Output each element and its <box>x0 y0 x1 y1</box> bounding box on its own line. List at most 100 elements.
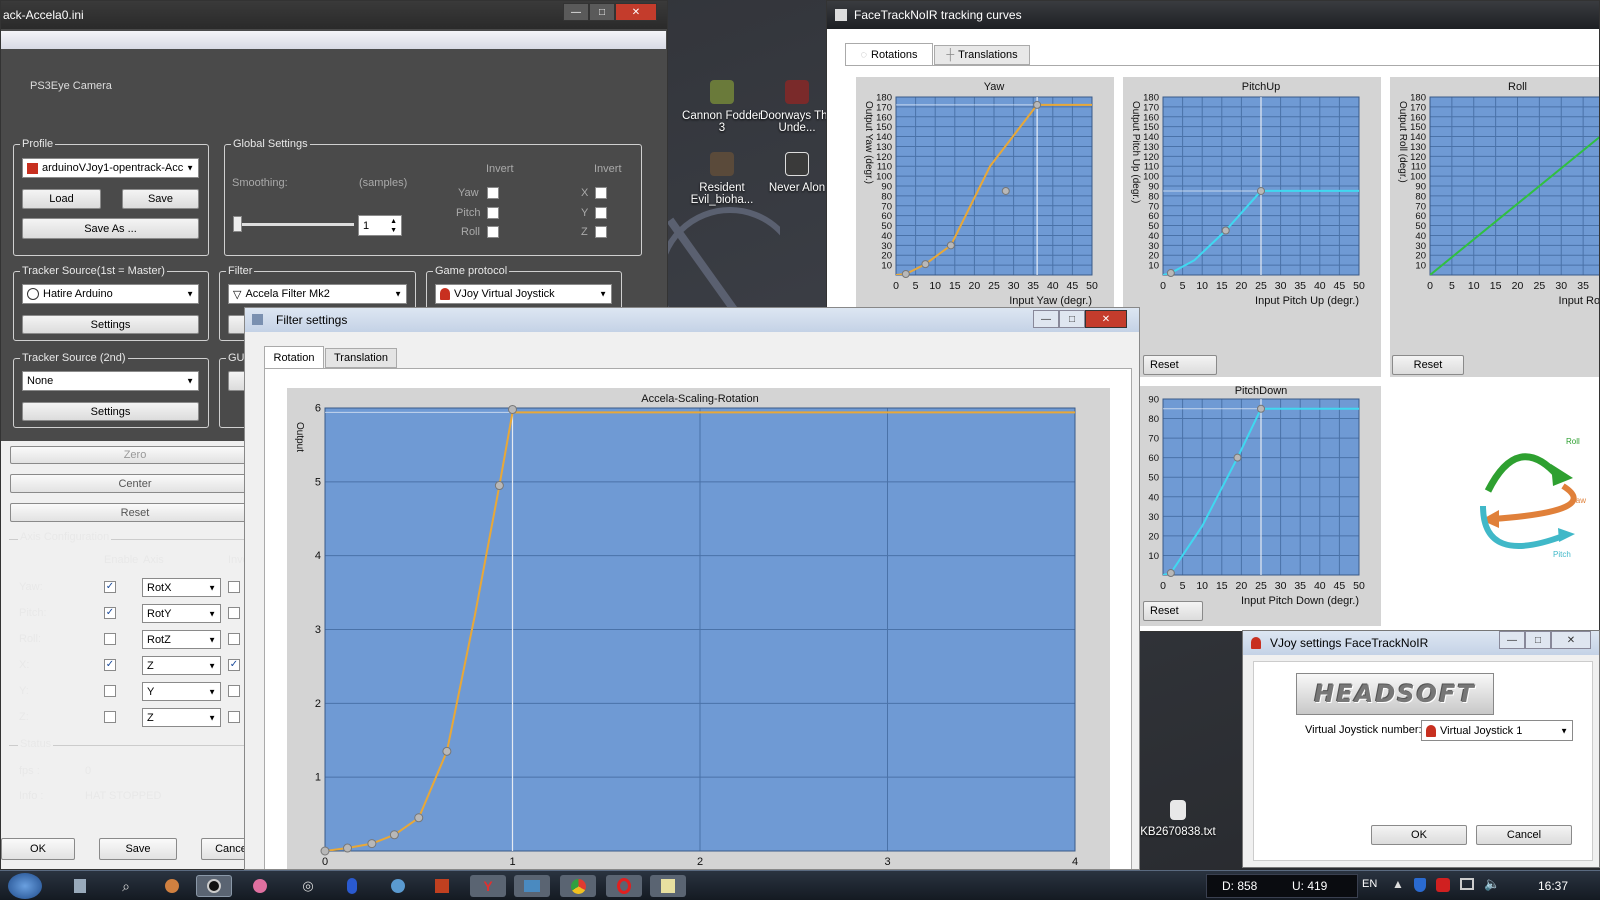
volume-icon[interactable]: 🔈 <box>1484 876 1500 892</box>
roll-curve-chart[interactable]: 0510152025303540102030405060708090100110… <box>1390 77 1600 377</box>
search-taskbar-icon[interactable]: ⌕ <box>108 875 144 897</box>
spin-arrows-icon[interactable]: ▲ ▼ <box>390 217 397 235</box>
desktop-icon-never-alone[interactable]: Never Alon <box>757 152 837 194</box>
axis-select[interactable]: RotY ▼ <box>142 604 221 623</box>
filter-select[interactable]: ▽ Accela Filter Mk2 ▼ <box>228 284 407 304</box>
invert-pitch-checkbox[interactable] <box>487 207 499 219</box>
start-orb-icon[interactable] <box>8 873 42 899</box>
invert-yaw-checkbox[interactable] <box>487 187 499 199</box>
invert-roll-checkbox[interactable] <box>487 226 499 238</box>
minimize-icon[interactable]: — <box>1033 310 1059 328</box>
chevron-down-icon: ▼ <box>208 713 216 722</box>
window-taskbar-icon[interactable] <box>514 875 550 897</box>
axis-select[interactable]: Z ▼ <box>142 656 221 675</box>
tab-rotation[interactable]: Rotation <box>264 346 324 368</box>
shield-icon[interactable] <box>1414 878 1426 892</box>
axis-enable-checkbox[interactable] <box>104 711 116 723</box>
virtual-joystick-select[interactable]: Virtual Joystick 1 ▼ <box>1421 720 1573 741</box>
minimize-icon[interactable]: — <box>1499 631 1525 649</box>
invert-z-checkbox[interactable] <box>595 226 607 238</box>
close-icon[interactable]: ✕ <box>1551 631 1591 649</box>
tab-translation[interactable]: Translation <box>325 348 397 368</box>
tray-expand-icon[interactable]: ▲ <box>1392 877 1404 891</box>
axis-invert-checkbox[interactable] <box>228 685 240 697</box>
roll-reset-button[interactable]: Reset <box>1392 355 1464 375</box>
clock[interactable]: 16:37 <box>1538 879 1568 893</box>
tab-rotations[interactable]: ◌ Rotations <box>845 43 933 65</box>
explorer-taskbar-icon[interactable] <box>62 875 98 897</box>
axis-enable-checkbox[interactable] <box>104 633 116 645</box>
close-icon[interactable]: ✕ <box>1085 310 1127 328</box>
opera-taskbar-icon[interactable] <box>606 875 642 897</box>
network-icon[interactable] <box>1460 878 1474 890</box>
axis-enable-checkbox[interactable]: ✓ <box>104 607 116 619</box>
save-button[interactable]: Save <box>122 189 199 209</box>
tracker-2-settings-button[interactable]: Settings <box>22 402 199 421</box>
gamepad-taskbar-icon[interactable]: ◎ <box>290 875 326 897</box>
pitchup-reset-button[interactable]: Reset <box>1143 355 1217 375</box>
axis-enable-checkbox[interactable]: ✓ <box>104 659 116 671</box>
axis-enable-checkbox[interactable]: ✓ <box>104 581 116 593</box>
axis-invert-checkbox[interactable] <box>228 607 240 619</box>
axis-select[interactable]: RotX ▼ <box>142 578 221 597</box>
axis-enable-checkbox[interactable] <box>104 685 116 697</box>
tracker-1-settings-button[interactable]: Settings <box>22 315 199 334</box>
network-taskbar-icon[interactable] <box>380 875 416 897</box>
close-icon[interactable]: ✕ <box>615 3 657 21</box>
accela-scaling-chart[interactable]: 0 1 2 3 4 1 2 3 4 5 6 Accela-Scaling-Rotation Output <box>287 388 1110 870</box>
tab-translations[interactable]: ┼ Translations <box>934 45 1030 65</box>
axis-invert-checkbox[interactable] <box>228 633 240 645</box>
vjoy-cancel-button[interactable]: Cancel <box>1476 825 1572 845</box>
chevron-down-icon: ▼ <box>208 661 216 670</box>
axis-select[interactable]: RotZ ▼ <box>142 630 221 649</box>
tracker-source-2-select[interactable]: None ▼ <box>22 371 199 391</box>
notes-taskbar-icon[interactable] <box>650 875 686 897</box>
minimize-icon[interactable]: — <box>563 3 589 21</box>
facetrack-taskbar-icon[interactable] <box>196 875 232 897</box>
store-taskbar-icon[interactable] <box>424 875 460 897</box>
axis-invert-checkbox[interactable] <box>228 581 240 593</box>
axis-invert-checkbox[interactable]: ✓ <box>228 659 240 671</box>
desktop-icon-resident-evil[interactable]: Resident Evil_bioha... <box>682 152 762 206</box>
desktop-icon-kb-txt[interactable]: KB2670838.txt <box>1138 800 1218 838</box>
smoothing-slider-handle[interactable] <box>233 216 242 232</box>
center-button[interactable]: Center <box>10 474 260 493</box>
zero-button[interactable]: Zero <box>10 446 260 464</box>
desktop-icon-label: Cannon Fodder 3 <box>682 110 762 134</box>
antivirus-icon[interactable] <box>1436 878 1450 892</box>
invert-y-checkbox[interactable] <box>595 207 607 219</box>
pitchdown-curve-chart[interactable]: 0 5 10 15 20 25 30 35 40 45 50 10 20 30 40 50 60 70 80 90 Pi… <box>1123 385 1381 626</box>
game-protocol-select[interactable]: VJoy Virtual Joystick ▼ <box>435 284 612 304</box>
maximize-icon[interactable]: □ <box>1525 631 1551 649</box>
pitchup-curve-chart[interactable]: 0 5 10 15 20 25 30 35 40 45 5010203040506070809010… <box>1123 77 1381 377</box>
app-taskbar-icon[interactable] <box>242 875 278 897</box>
desktop-icon-cannon-fodder[interactable]: Cannon Fodder 3 <box>682 80 762 134</box>
game-taskbar-icon[interactable] <box>154 875 190 897</box>
language-indicator[interactable]: EN <box>1362 878 1377 890</box>
vjoy-ok-button[interactable]: OK <box>1371 825 1467 845</box>
axis-select[interactable]: Z ▼ <box>142 708 221 727</box>
invert-x-checkbox[interactable] <box>595 187 607 199</box>
ok-button[interactable]: OK <box>1 838 75 860</box>
yandex-taskbar-icon[interactable]: Y <box>470 875 506 897</box>
tracker-source-1-select[interactable]: Hatire Arduino ▼ <box>22 284 199 304</box>
axis-invert-checkbox[interactable] <box>228 711 240 723</box>
pitchdown-reset-button[interactable]: Reset <box>1143 601 1203 621</box>
chevron-down-icon: ▼ <box>208 583 216 592</box>
profile-select[interactable]: arduinoVJoy1-opentrack-Acc ▼ <box>22 158 199 178</box>
maximize-icon[interactable]: □ <box>1059 310 1085 328</box>
main-save-button[interactable]: Save <box>99 838 177 860</box>
smoothing-slider-track[interactable] <box>236 223 354 226</box>
status-label: Status <box>18 738 54 750</box>
chart-title: Yaw <box>984 81 1005 93</box>
save-as-button[interactable]: Save As ... <box>22 218 199 239</box>
load-button[interactable]: Load <box>22 189 101 209</box>
axis-select[interactable]: Y ▼ <box>142 682 221 701</box>
maximize-icon[interactable]: □ <box>589 3 615 21</box>
smoothing-spinbox[interactable]: 1 ▲ ▼ <box>358 215 402 236</box>
desktop-icon-doorways[interactable]: Doorways The Unde... <box>757 80 837 134</box>
chrome-taskbar-icon[interactable] <box>560 875 596 897</box>
bluetooth-taskbar-icon[interactable] <box>334 875 370 897</box>
axis-select-value: Z <box>147 659 154 672</box>
reset-button[interactable]: Reset <box>10 503 260 522</box>
